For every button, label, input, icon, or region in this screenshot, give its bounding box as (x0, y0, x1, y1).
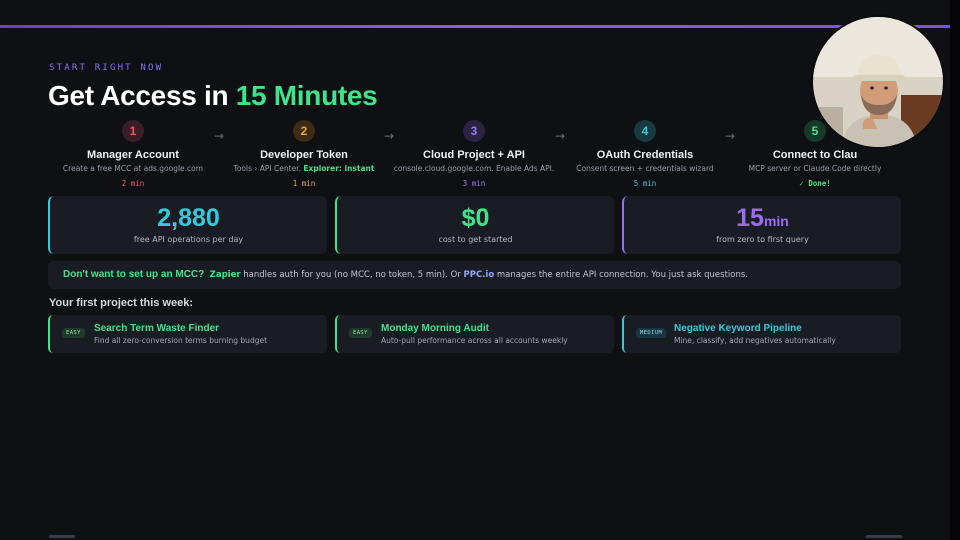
step-number-badge: 5 (804, 120, 826, 142)
alternative-banner: Don't want to set up an MCC? Zapier hand… (48, 261, 901, 289)
stat-value: $0 (461, 204, 490, 232)
stat-card-cost: $0 cost to get started (335, 196, 614, 254)
step-number-badge: 1 (122, 120, 144, 142)
project-card-negative-keyword: MEDIUM Negative Keyword Pipeline Mine, c… (622, 315, 901, 353)
banner-ppc: PPC.io (463, 270, 495, 280)
eyebrow-label: START RIGHT NOW (49, 63, 164, 73)
step-number-badge: 4 (634, 120, 656, 142)
project-desc: Mine, classify, add negatives automatica… (674, 336, 836, 345)
presenter-video-icon (813, 17, 943, 147)
step-title: Manager Account (87, 149, 179, 161)
page-title: Get Access in 15 Minutes (48, 80, 378, 112)
step-manager-account: 1 Manager Account Create a free MCC at a… (48, 120, 218, 188)
stat-label: cost to get started (438, 235, 513, 244)
step-developer-token: 2 Developer Token Tools › API Center. Ex… (219, 120, 389, 188)
title-main: Get Access in (48, 80, 236, 111)
difficulty-badge: EASY (349, 328, 372, 338)
project-card-monday-audit: EASY Monday Morning Audit Auto-pull perf… (335, 315, 614, 353)
project-title: Search Term Waste Finder (94, 323, 220, 334)
step-title: Developer Token (260, 149, 348, 161)
step-desc: Create a free MCC at ads.google.com (62, 164, 204, 173)
frame-edge (950, 0, 960, 540)
step-oauth-credentials: 4 OAuth Credentials Consent screen + cre… (560, 120, 730, 188)
stat-card-time: 15min from zero to first query (622, 196, 901, 254)
step-time: ✓ Done! (799, 179, 831, 188)
banner-text-mid: handles auth for you (no MCC, no token, … (240, 270, 464, 280)
stat-unit: min (763, 213, 789, 229)
step-time: 1 min (292, 179, 316, 188)
step-desc-highlight: Explorer: instant (303, 164, 375, 173)
top-accent-bar (0, 25, 950, 28)
step-number-badge: 2 (293, 120, 315, 142)
step-title: OAuth Credentials (596, 149, 694, 161)
projects-heading: Your first project this week: (49, 297, 194, 309)
step-desc: console.cloud.google.com. Enable Ads API… (393, 164, 555, 173)
step-time: 2 min (121, 179, 145, 188)
stat-label: free API operations per day (133, 235, 244, 244)
step-number-badge: 3 (463, 120, 485, 142)
project-card-search-term: EASY Search Term Waste Finder Find all z… (48, 315, 327, 353)
banner-text-tail: manages the entire API connection. You j… (494, 270, 748, 280)
step-desc: Tools › API Center. Explorer: instant (219, 164, 389, 173)
step-desc: MCP server or Claude Code directly (748, 164, 882, 173)
difficulty-badge: EASY (62, 328, 85, 338)
step-desc-text: Tools › API Center. (233, 164, 304, 173)
project-desc: Find all zero-conversion terms burning b… (94, 336, 268, 345)
webcam-overlay (813, 17, 943, 147)
step-time: 3 min (462, 179, 486, 188)
footer-page-mark (866, 535, 902, 538)
step-cloud-project: 3 Cloud Project + API console.cloud.goog… (389, 120, 559, 188)
step-time: 5 min (633, 179, 657, 188)
stat-number: 15 (736, 204, 764, 232)
step-title: Cloud Project + API (423, 149, 525, 161)
step-desc: Consent screen + credentials wizard (576, 164, 714, 173)
title-accent: 15 Minutes (235, 80, 378, 111)
project-title: Monday Morning Audit (381, 323, 489, 334)
banner-zapier: Zapier (209, 270, 241, 280)
banner-question: Don't want to set up an MCC? (63, 269, 205, 280)
stat-label: from zero to first query (716, 235, 809, 244)
project-desc: Auto-pull performance across all account… (381, 336, 568, 345)
difficulty-badge: MEDIUM (636, 328, 667, 338)
stat-card-api-operations: 2,880 free API operations per day (48, 196, 327, 254)
step-title: Connect to Clau (772, 149, 858, 161)
steps-row: 1 Manager Account Create a free MCC at a… (48, 120, 908, 190)
project-title: Negative Keyword Pipeline (674, 323, 802, 334)
stat-value: 2,880 (157, 204, 220, 232)
footer-brand-mark (49, 535, 75, 538)
stat-value: 15min (624, 204, 901, 233)
